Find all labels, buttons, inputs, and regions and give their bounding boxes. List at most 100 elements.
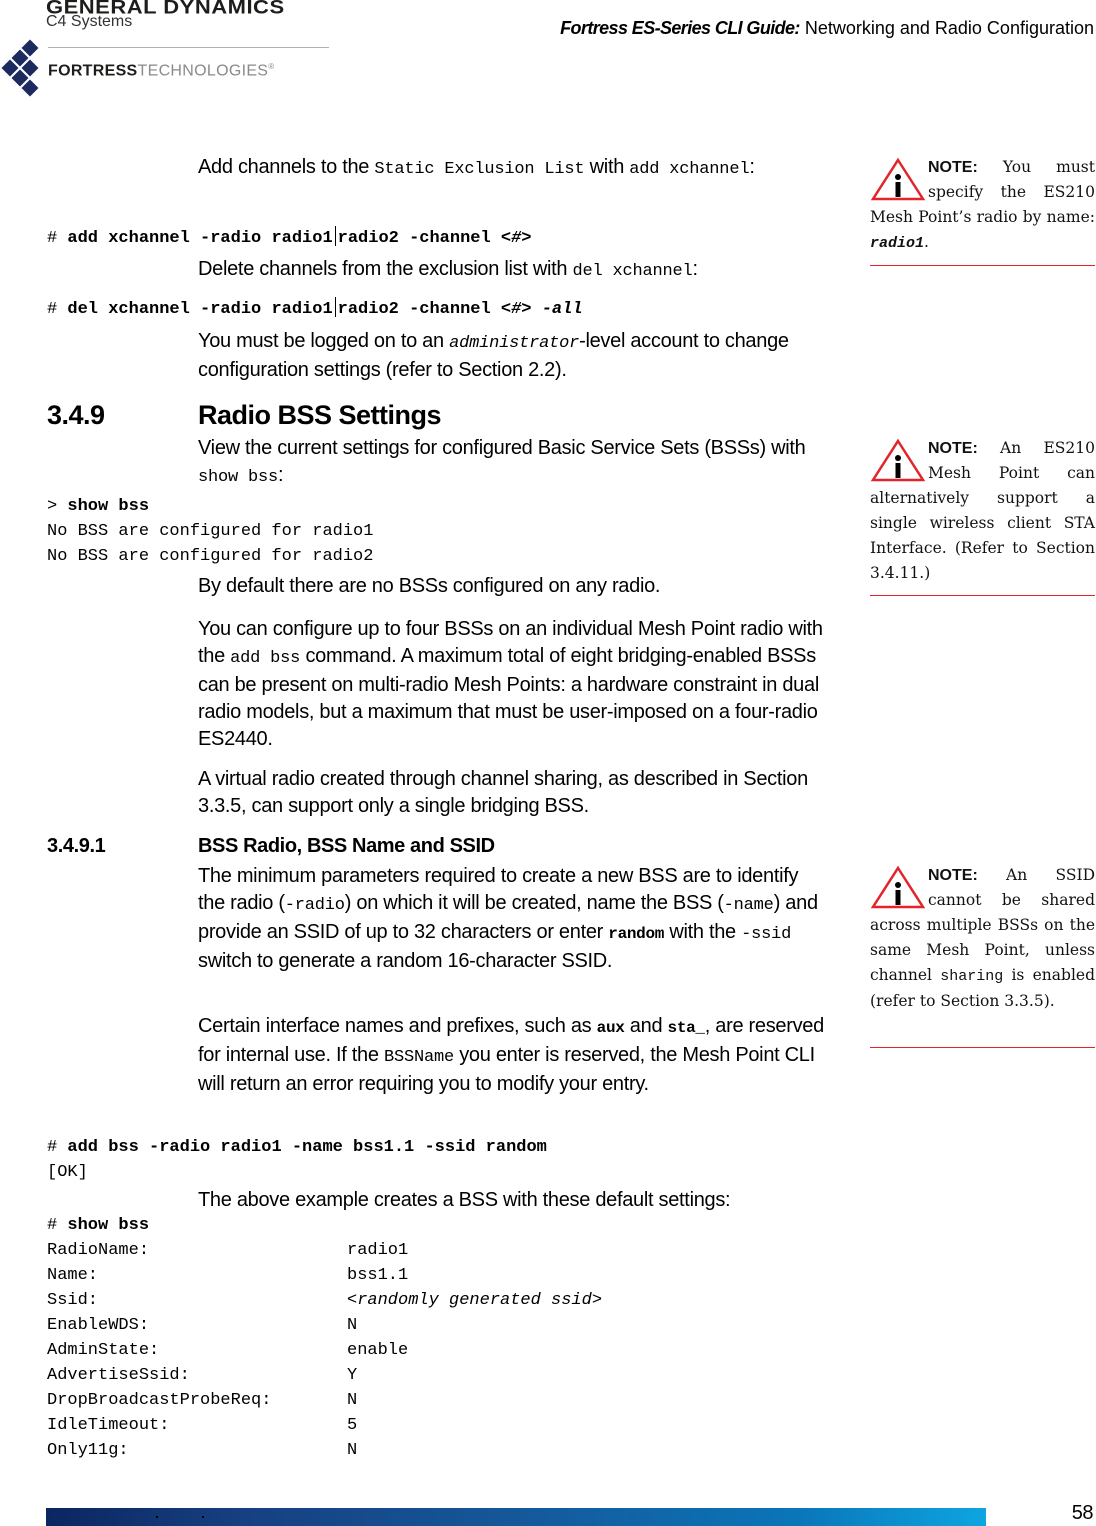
bss-setting-key: Only11g: xyxy=(47,1441,129,1460)
inline-code: del xchannel xyxy=(572,262,693,281)
note-ssid-sharing: NOTE: An SSID cannot be shared across mu… xyxy=(870,863,1095,1048)
bss-setting-key: Ssid: xyxy=(47,1291,99,1310)
bss-setting-row: EnableWDS: N xyxy=(47,1313,602,1338)
prompt: # xyxy=(47,1138,68,1157)
paragraph-default-settings: The above example creates a BSS with the… xyxy=(198,1189,731,1211)
guide-title-chapter: Networking and Radio Configuration xyxy=(799,18,1094,38)
text: Delete channels from the exclusion list … xyxy=(198,258,573,280)
command-show-bss-empty: > show bss No BSS are configured for rad… xyxy=(47,494,373,569)
bss-setting-key: AdvertiseSsid: xyxy=(47,1366,190,1385)
inline-code: show bss xyxy=(198,468,279,487)
paragraph-configure-bss-limit: You can configure up to four BSSs on an … xyxy=(198,616,830,753)
bss-setting-row: Only11g: N xyxy=(47,1438,602,1463)
bss-setting-key: DropBroadcastProbeReq: xyxy=(47,1391,272,1410)
command-placeholder: <#> xyxy=(500,229,532,248)
text: Add channels to the xyxy=(198,156,375,178)
note-code: sharing xyxy=(940,968,1004,985)
command-placeholder: <#> xyxy=(500,300,532,319)
note-sta-interface: NOTE: An ES210 Mesh Point can alternativ… xyxy=(870,436,1095,596)
bss-setting-value: Y xyxy=(347,1366,358,1385)
footer-dot xyxy=(156,1516,158,1518)
note-text: . xyxy=(924,233,929,251)
bss-setting-value: bss1.1 xyxy=(347,1266,409,1285)
inline-code-bold: sta_ xyxy=(667,1019,706,1037)
footer-gradient-bar xyxy=(46,1508,986,1526)
bss-setting-key: IdleTimeout: xyxy=(47,1416,170,1435)
inline-code: add xchannel xyxy=(629,160,750,179)
fortress-technologies-logo: FORTRESSTECHNOLOGIES® xyxy=(48,62,274,80)
logo-technologies: TECHNOLOGIES xyxy=(137,62,269,80)
guide-title-emphasis: Fortress ES-Series CLI Guide: xyxy=(560,18,800,38)
paragraph-default-no-bss: By default there are no BSSs configured … xyxy=(198,575,661,597)
paragraph-admin-login: You must be logged on to an administrato… xyxy=(198,328,830,384)
paragraph-delete-channels: Delete channels from the exclusion list … xyxy=(198,256,830,285)
prompt: # xyxy=(47,1216,68,1235)
fortress-diamond-logo-icon xyxy=(1,39,39,97)
bss-setting-row: Name: bss1.1 xyxy=(47,1263,602,1288)
note-label: NOTE: xyxy=(928,440,978,457)
bss-setting-row: DropBroadcastProbeReq: N xyxy=(47,1388,602,1413)
bss-setting-value: 5 xyxy=(347,1416,358,1435)
text: : xyxy=(278,464,284,486)
bss-setting-key: RadioName: xyxy=(47,1241,150,1260)
paragraph-view-bss: View the current settings for configured… xyxy=(198,435,830,491)
command-text: show bss xyxy=(67,497,150,516)
command-add-bss: # add bss -radio radio1 -name bss1.1 -ss… xyxy=(47,1135,547,1185)
inline-code: -radio xyxy=(284,896,345,915)
note-divider xyxy=(870,1047,1095,1048)
bss-setting-key: Name: xyxy=(47,1266,99,1285)
inline-code: Static Exclusion List xyxy=(374,160,585,179)
text: with xyxy=(584,156,630,178)
bss-setting-value: enable xyxy=(347,1341,409,1360)
command-output: No BSS are configured for radio2 xyxy=(47,547,374,566)
warning-info-icon xyxy=(870,157,926,201)
text: ) on which it will be created, name the … xyxy=(344,892,724,914)
paragraph-minimum-parameters: The minimum parameters required to creat… xyxy=(198,863,830,975)
bss-setting-row: AdvertiseSsid: Y xyxy=(47,1363,602,1388)
inline-code: administrator xyxy=(449,334,580,353)
command-text: add bss -radio radio1 -name bss1.1 -ssid… xyxy=(67,1138,547,1157)
footer-dot xyxy=(202,1516,204,1518)
bss-setting-value: N xyxy=(347,1441,358,1460)
inline-code: BSSName xyxy=(383,1048,454,1067)
text: View the current settings for configured… xyxy=(198,437,806,459)
text: and xyxy=(624,1015,668,1037)
command-text: show bss xyxy=(67,1216,150,1235)
inline-code: -ssid xyxy=(741,925,792,944)
section-title: Radio BSS Settings xyxy=(198,400,442,430)
command-text: radio2 -channel xyxy=(337,300,501,319)
paragraph-reserved-names: Certain interface names and prefixes, su… xyxy=(198,1013,830,1098)
bss-settings-output: RadioName: radio1 Name: bss1.1 Ssid: <randoml… xyxy=(47,1238,602,1463)
command-del-xchannel: # del xchannel -radio radio1 radio2 -chan… xyxy=(47,297,583,322)
text: : xyxy=(749,156,755,178)
warning-info-icon xyxy=(870,865,926,909)
registered-mark: ® xyxy=(268,62,275,71)
inline-code-bold: aux xyxy=(596,1019,625,1037)
inline-code: add bss xyxy=(230,649,301,668)
section-number: 3.4.9 xyxy=(47,400,105,430)
bss-setting-row: RadioName: radio1 xyxy=(47,1238,602,1263)
note-code: radio1 xyxy=(870,235,925,252)
command-text: add xchannel -radio radio1 xyxy=(67,229,333,248)
note-label: NOTE: xyxy=(928,159,978,176)
page-number: 58 xyxy=(1071,1502,1094,1524)
note-divider xyxy=(870,265,1095,266)
bss-setting-value: N xyxy=(347,1316,358,1335)
text: You must be logged on to an xyxy=(198,330,450,352)
bss-setting-key: AdminState: xyxy=(47,1341,160,1360)
text: Certain interface names and prefixes, su… xyxy=(198,1015,597,1037)
bss-setting-row: Ssid: <randomly generated ssid> xyxy=(47,1288,602,1313)
bss-setting-row: IdleTimeout: 5 xyxy=(47,1413,602,1438)
bss-setting-value: radio1 xyxy=(347,1241,409,1260)
prompt: > xyxy=(47,497,68,516)
command-text: radio2 -channel xyxy=(337,229,501,248)
prompt: # xyxy=(47,229,68,248)
note-divider xyxy=(870,595,1095,596)
section-number: 3.4.9.1 xyxy=(47,835,106,857)
command-option-all: -all xyxy=(531,300,583,319)
warning-info-icon xyxy=(870,438,926,482)
text: with the xyxy=(664,921,742,943)
text: : xyxy=(692,258,699,280)
inline-code-bold: random xyxy=(608,925,665,943)
c4-systems-label: C4 Systems xyxy=(46,13,133,30)
